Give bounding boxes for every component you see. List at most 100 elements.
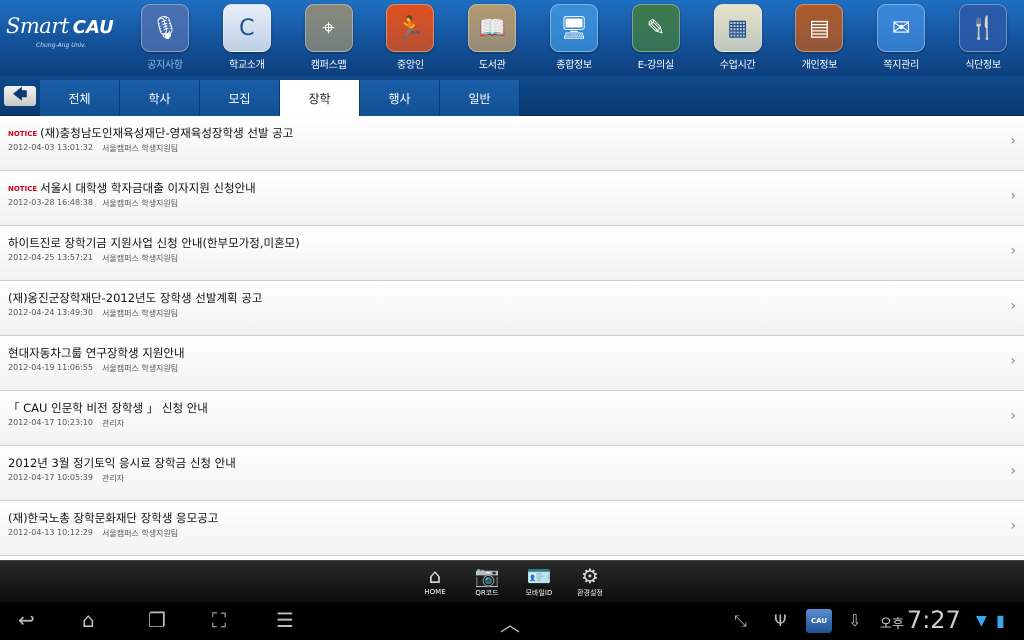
menu-icon[interactable]: ☰ — [276, 608, 294, 632]
list-item-date: 2012-04-19 11:06:55 — [8, 363, 93, 372]
list-item-date: 2012-04-17 10:05:39 — [8, 473, 93, 482]
list-item-title: 「 CAU 인문학 비전 장학생 」 신청 안내 — [8, 400, 208, 416]
list-item-department: 서울캠퍼스 학생지원팀 — [102, 364, 179, 373]
app-menu-info[interactable]: 🍴 식단정보 — [953, 4, 1013, 74]
status-clock[interactable]: 오후 7:27 — [880, 606, 961, 634]
library-icon: 📖 — [468, 4, 517, 52]
list-item[interactable]: 현대자동차그룹 연구장학생 지원안내 2012-04-19 11:06:55 서울캠… — [0, 336, 1024, 391]
tab-4[interactable]: 행사 — [360, 80, 440, 116]
app-label: 도서관 — [478, 60, 506, 71]
list-item-department: 서울캠퍼스 학생지원팀 — [102, 529, 179, 538]
app-chungang-person[interactable]: 🏃 중앙인 — [380, 4, 440, 74]
list-item-department: 관리자 — [102, 474, 125, 483]
list-item-title: 2012년 3월 정기토익 응시료 장학금 신청 안내 — [8, 455, 236, 471]
personal-info-icon: ▤ — [795, 4, 844, 52]
logo-main-text: Smart — [6, 14, 69, 38]
app-label: 수업시간 — [719, 60, 756, 71]
chevron-right-icon: › — [1010, 463, 1016, 479]
list-item-department: 서울캠퍼스 학생지원팀 — [102, 144, 179, 153]
cau-app-notification-icon[interactable]: CAU — [806, 609, 832, 633]
system-navigation-bar: ↩ ⌂ ❐ ⛶ ☰ ︿ ⤡ Ψ CAU ⇩ 오후 7:27 ▼ ▮ — [0, 602, 1024, 640]
screenshot-icon[interactable]: ⛶ — [212, 608, 226, 632]
app-school-intro[interactable]: C 학교소개 — [217, 4, 277, 74]
dock-home-button[interactable]: ⌂ HOME — [413, 564, 457, 602]
home-icon: ⌂ — [428, 564, 442, 588]
title-text: (재)옹진군장학재단-2012년도 장학생 선발계획 공고 — [8, 291, 263, 305]
list-item-title: 현대자동차그룹 연구장학생 지원안내 — [8, 345, 185, 361]
dock-qr-code-button[interactable]: 📷 QR코드 — [465, 564, 509, 602]
settings-icon: ⚙ — [581, 564, 599, 588]
notice-badge: NOTICE — [8, 130, 38, 138]
chevron-up-icon[interactable]: ︿ — [500, 608, 520, 637]
back-nav-icon[interactable]: ↩ — [18, 608, 35, 632]
app-notice[interactable]: 🎙 공지사항 — [135, 4, 195, 74]
app-label: 개인정보 — [801, 60, 838, 71]
download-icon: ⇩ — [848, 611, 862, 630]
e-classroom-icon: ✎ — [631, 4, 680, 52]
app-e-classroom[interactable]: ✎ E-강의실 — [626, 4, 686, 74]
battery-icon: ▮ — [996, 611, 1005, 630]
chevron-right-icon: › — [1010, 353, 1016, 369]
clock-ampm: 오후 — [880, 617, 904, 632]
notice-icon: 🎙 — [141, 4, 189, 52]
chevron-right-icon: › — [1010, 518, 1016, 534]
dock-label: 모바일ID — [525, 589, 553, 597]
list-item[interactable]: 2012년 3월 정기토익 응시료 장학금 신청 안내 2012-04-17 10… — [0, 446, 1024, 501]
list-item-title: (재)옹진군장학재단-2012년도 장학생 선발계획 공고 — [8, 290, 262, 306]
chevron-right-icon: › — [1010, 408, 1016, 424]
list-item[interactable]: 하이트진로 장학기금 지원사업 신청 안내(한부모가정,미혼모) 2012-04-… — [0, 226, 1024, 281]
title-text: 현대자동차그룹 연구장학생 지원안내 — [8, 346, 185, 360]
app-label: 중앙인 — [397, 60, 424, 71]
tab-3[interactable]: 장학 — [280, 80, 360, 116]
fullscreen-icon: ⤡ — [734, 611, 747, 630]
school-intro-icon: C — [222, 4, 271, 52]
list-item[interactable]: 「 CAU 인문학 비전 장학생 」 신청 안내 2012-04-17 10:23… — [0, 391, 1024, 446]
app-personal-info[interactable]: ▤ 개인정보 — [789, 4, 849, 74]
title-text: (재)한국노총 장학문화재단 장학생 응모공고 — [8, 511, 219, 525]
dock-label: HOME — [424, 588, 446, 596]
list-item-date: 2012-04-03 13:01:32 — [8, 143, 93, 152]
list-item[interactable]: (재)옹진군장학재단-2012년도 장학생 선발계획 공고 2012-04-24 … — [0, 281, 1024, 336]
recent-apps-icon[interactable]: ❐ — [148, 608, 166, 632]
chevron-right-icon: › — [1010, 188, 1016, 204]
app-message-manage[interactable]: ✉ 쪽지관리 — [871, 4, 931, 74]
app-general-info[interactable]: 🖥 종합정보 — [544, 4, 604, 74]
mobile-id-icon: 🪪 — [526, 564, 552, 588]
app-label: 식단정보 — [965, 60, 1001, 71]
list-item-date: 2012-03-28 16:48:38 — [8, 198, 93, 207]
list-item[interactable]: NOTICE 서울시 대학생 학자금대출 이자지원 신청안내 2012-03-28 … — [0, 171, 1024, 226]
list-item-department: 서울캠퍼스 학생지원팀 — [102, 254, 179, 263]
list-item-department: 서울캠퍼스 학생지원팀 — [102, 309, 179, 318]
app-library[interactable]: 📖 도서관 — [462, 4, 522, 74]
list-item-date: 2012-04-17 10:23:10 — [8, 418, 93, 427]
list-item[interactable]: NOTICE (재)충청남도인재육성재단-영재육성장학생 선발 공고 2012-04… — [0, 116, 1024, 171]
tab-5[interactable]: 일반 — [440, 80, 520, 116]
list-item-date: 2012-04-25 13:57:21 — [8, 253, 93, 262]
usb-icon: Ψ — [774, 611, 787, 630]
tab-1[interactable]: 학사 — [120, 80, 200, 116]
app-class-time[interactable]: ▦ 수업시간 — [708, 4, 768, 74]
logo-cau-text: CAU — [72, 17, 114, 38]
dock-label: 환경설정 — [577, 589, 603, 597]
title-text: 서울시 대학생 학자금대출 이자지원 신청안내 — [40, 181, 256, 195]
list-item-department: 서울캠퍼스 학생지원팀 — [102, 199, 179, 208]
logo-subtitle: Chung-Ang Univ. — [36, 42, 87, 49]
title-text: 「 CAU 인문학 비전 장학생 」 신청 안내 — [8, 401, 208, 415]
app-label: 공지사항 — [147, 60, 183, 71]
tab-0[interactable]: 전체 — [40, 80, 120, 116]
list-item-department: 관리자 — [102, 419, 125, 428]
app-label: 종합정보 — [556, 60, 592, 71]
dock-settings-button[interactable]: ⚙ 환경설정 — [568, 564, 612, 602]
tab-2[interactable]: 모집 — [200, 80, 280, 116]
list-item-date: 2012-04-24 13:49:30 — [8, 308, 93, 317]
campus-map-icon: ⌖ — [304, 4, 353, 52]
list-item-title: NOTICE 서울시 대학생 학자금대출 이자지원 신청안내 — [8, 180, 256, 196]
list-item[interactable]: (재)한국노총 장학문화재단 장학생 응모공고 2012-04-13 10:12:… — [0, 501, 1024, 556]
list-item-date: 2012-04-13 10:12:29 — [8, 528, 93, 537]
dock-mobile-id-button[interactable]: 🪪 모바일ID — [517, 564, 561, 602]
app-campus-map[interactable]: ⌖ 캠퍼스맵 — [299, 4, 359, 74]
back-button[interactable]: 🡄 — [4, 86, 36, 106]
menu-info-icon: 🍴 — [959, 4, 1007, 52]
list-item-title: 하이트진로 장학기금 지원사업 신청 안내(한부모가정,미혼모) — [8, 235, 300, 251]
home-nav-icon[interactable]: ⌂ — [82, 608, 95, 632]
